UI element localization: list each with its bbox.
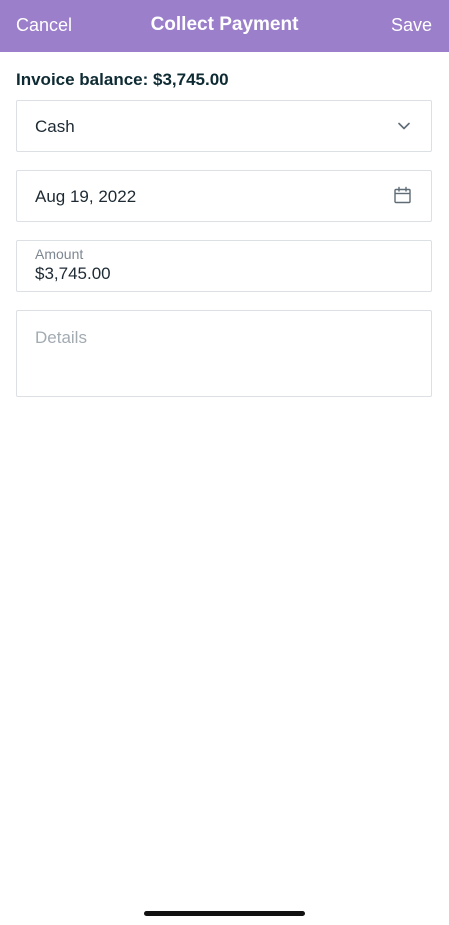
save-button[interactable]: Save: [391, 15, 432, 36]
chevron-down-icon: [398, 122, 410, 130]
home-indicator: [144, 911, 305, 916]
payment-date-value: Aug 19, 2022: [35, 187, 137, 206]
payment-method-value: Cash: [35, 117, 75, 136]
navigation-bar: Cancel Collect Payment Save: [0, 0, 449, 52]
amount-label: Amount: [35, 246, 84, 262]
collect-payment-screen: Cancel Collect Payment Save Invoice bala…: [0, 0, 449, 925]
details-input[interactable]: [35, 328, 415, 388]
amount-field[interactable]: Amount: [16, 240, 432, 292]
calendar-icon: [394, 186, 411, 204]
details-field[interactable]: [16, 310, 432, 397]
amount-input[interactable]: [35, 264, 415, 284]
payment-date-picker[interactable]: Aug 19, 2022: [16, 170, 432, 222]
invoice-balance: Invoice balance: $3,745.00: [16, 70, 229, 89]
cancel-button[interactable]: Cancel: [16, 15, 72, 36]
payment-method-select[interactable]: Cash: [16, 100, 432, 152]
